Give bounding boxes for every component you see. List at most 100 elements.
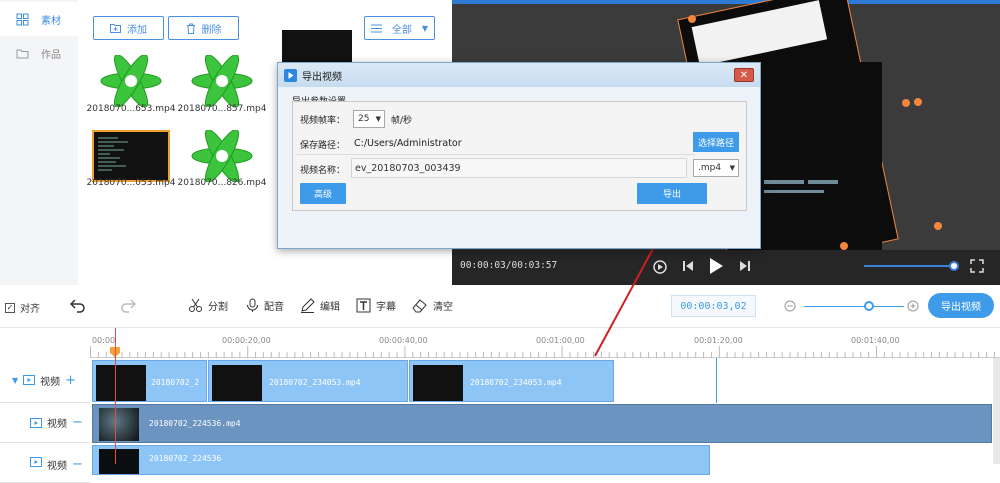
media-name: 2018070...857.mp4 [177,104,267,114]
fps-select[interactable]: 25 ▼ [353,110,385,128]
trash-icon [186,23,195,34]
edit-button[interactable]: 编辑 [300,298,340,313]
redo-icon[interactable] [120,297,136,313]
track-label: 视频 [47,419,67,430]
timeline-clip[interactable]: 20180702_234053.mp4 [208,360,408,402]
play-icon[interactable] [708,257,724,275]
track-header-1: ▼ 视频 + [0,358,90,403]
track-label: 视频 [40,376,61,388]
cut-label: 分割 [208,302,228,313]
timeline-clip[interactable]: 20180702_234053.mp4 [409,360,614,402]
remove-track-icon[interactable]: − [72,457,83,472]
video-track-icon [30,457,42,467]
track-label: 视频 [47,461,67,472]
clear-button[interactable]: 清空 [412,298,453,313]
cut-button[interactable]: 分割 [188,298,228,313]
clip-thumbnail [212,365,262,401]
timeline-clip[interactable]: 20180702_224536 [92,445,710,475]
track-header-3: 视频 − [0,443,90,483]
zoom-handle[interactable] [864,301,874,311]
flower-thumbnail [100,54,162,108]
sidebar-item-label: 作品 [41,49,61,61]
next-icon[interactable] [738,259,752,273]
export-params-group: 视频帧率： 25 ▼ 帧/秒 保存路径： C:/Users/Administra… [292,101,747,211]
media-name: 2018070...053.mp4 [86,178,176,188]
ruler-label: 00:01:00,00 [536,336,585,345]
fullscreen-icon[interactable] [970,259,984,273]
timecode-display: 00:00:03,02 [671,295,756,317]
filter-dropdown[interactable]: 全部 ▼ [364,16,435,40]
checkbox-check-icon: ✓ [5,302,15,313]
media-name: 2018070...653.mp4 [86,104,176,114]
format-select[interactable]: .mp4 ▼ [693,159,739,177]
timeline-scrollbar[interactable] [993,358,1000,464]
export-button[interactable]: 导出 [637,183,707,204]
undo-icon[interactable] [70,297,86,313]
media-name: 2018070...826.mp4 [177,178,267,188]
remove-track-icon[interactable]: − [72,415,83,430]
fps-unit: 帧/秒 [391,116,413,126]
dialog-titlebar: 导出视频 [278,63,760,87]
add-track-icon[interactable]: + [65,373,76,388]
fps-label: 视频帧率： [300,116,346,126]
clip-thumbnail [99,408,139,441]
ruler-label: 00:00 [92,336,116,345]
caret-down-icon: ▼ [375,115,381,123]
sidebar-item-label: 素材 [41,15,61,27]
choose-path-button[interactable]: 选择路径 [693,132,739,152]
timeline-clip[interactable]: 20180702_2 [92,360,207,402]
video-name-input[interactable]: ev_20180703_003439 [351,158,687,178]
pencil-icon [301,298,315,313]
dialog-title: 导出视频 [302,71,342,83]
track-header-2: 视频 − [0,403,90,443]
ruler-label: 00:00:20,00 [222,336,271,345]
grid-icon [16,13,29,25]
zoom-in-icon[interactable] [907,300,919,312]
caret-down-icon: ▼ [421,23,428,33]
ruler-label: 00:00:40,00 [379,336,428,345]
collapse-icon[interactable]: ▼ [12,376,18,385]
path-label: 保存路径： [300,141,346,151]
delete-button-label: 删除 [201,24,222,36]
clip-label: 20180702_2 [151,378,200,387]
close-button[interactable]: ✕ [734,68,754,82]
timeline-tracks: ▼ 视频 + 视频 − 视频 − 20180702_2 20180702_234… [0,328,1000,483]
app-logo-icon [284,68,297,82]
fps-value: 25 [358,114,370,124]
replay-icon[interactable] [652,259,668,275]
clip-marker [716,358,717,403]
add-button[interactable]: 添加 [93,16,164,40]
delete-button[interactable]: 删除 [168,16,239,40]
subtitle-button[interactable]: 字幕 [356,298,396,313]
subtitle-label: 字幕 [376,302,396,313]
list-icon [371,24,382,32]
flower-thumbnail [191,129,253,183]
timeline-clip[interactable]: 20180702_224536.mp4 [92,404,992,443]
volume-handle[interactable] [949,261,959,271]
sidebar: 素材 作品 [0,0,78,285]
media-thumb-2[interactable] [183,54,261,108]
sidebar-item-materials[interactable]: 素材 [0,2,78,36]
export-video-button[interactable]: 导出视频 [928,293,994,318]
previous-icon[interactable] [681,259,695,273]
playhead-line [115,328,116,464]
clip-label: 20180702_234053.mp4 [470,378,562,387]
volume-slider[interactable] [864,265,954,267]
player-controls: 00:00:03/00:03:57 [452,250,1000,285]
clip-thumbnail [99,449,139,474]
sidebar-item-works[interactable]: 作品 [0,36,78,70]
zoom-out-icon[interactable] [784,300,796,312]
dub-button[interactable]: 配音 [246,298,284,313]
advanced-button[interactable]: 高级 [300,183,346,204]
media-thumb-1[interactable] [92,54,170,108]
media-thumb-3[interactable] [92,130,170,182]
clip-label: 20180702_234053.mp4 [269,378,361,387]
divider [297,154,695,155]
media-thumb-4[interactable] [183,129,261,183]
folder-icon [16,49,29,58]
dub-label: 配音 [264,302,284,313]
zoom-slider[interactable] [804,306,904,307]
format-value: .mp4 [698,163,722,173]
player-time: 00:00:03/00:03:57 [460,260,558,271]
align-checkbox[interactable]: ✓ 对齐 [5,300,40,315]
